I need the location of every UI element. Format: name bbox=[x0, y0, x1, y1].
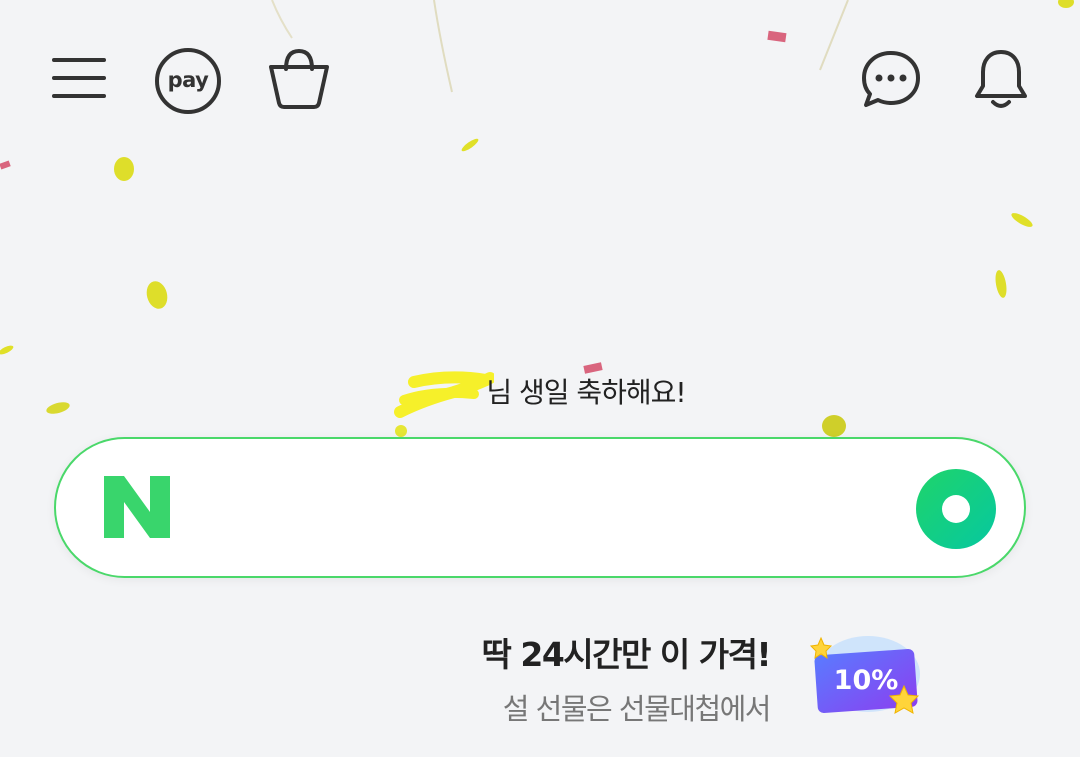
badge-percent-text: 10% bbox=[834, 665, 899, 696]
redacted-name-scribble bbox=[394, 371, 495, 418]
app-home: pay 님 생일 축하해요! 딱 24시간만 이 가격! 설 선물은 선물대첩에… bbox=[0, 0, 1080, 757]
chat-bubble-icon bbox=[862, 51, 920, 107]
pay-label: pay bbox=[167, 67, 209, 92]
pay-button[interactable]: pay bbox=[152, 46, 224, 116]
hamburger-menu-icon bbox=[52, 58, 106, 98]
discount-ticket-icon: 10% bbox=[809, 636, 920, 714]
promo-subtitle: 설 선물은 선물대첩에서 bbox=[502, 692, 772, 726]
talk-button[interactable] bbox=[858, 48, 924, 110]
pay-icon: pay bbox=[155, 48, 221, 114]
birthday-greeting: 님 생일 축하해요! bbox=[0, 370, 1080, 420]
search-input[interactable] bbox=[200, 470, 884, 548]
green-ring-icon[interactable] bbox=[914, 467, 998, 551]
notification-button[interactable] bbox=[970, 46, 1032, 112]
greeting-text: 님 생일 축하해요! bbox=[486, 376, 686, 409]
naver-n-logo-icon[interactable] bbox=[102, 474, 172, 540]
shopping-basket-icon bbox=[269, 48, 329, 109]
shopping-button[interactable] bbox=[264, 44, 334, 112]
menu-button[interactable] bbox=[48, 50, 110, 106]
promo-title: 딱 24시간만 이 가격! bbox=[481, 635, 772, 674]
bell-icon bbox=[975, 50, 1027, 108]
